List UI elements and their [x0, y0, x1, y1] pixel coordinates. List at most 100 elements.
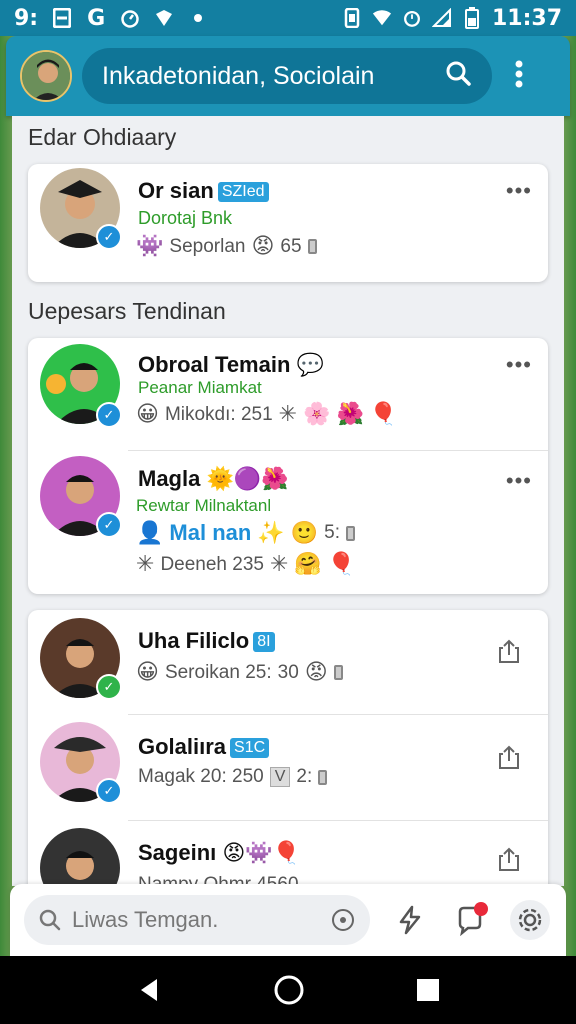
header-search[interactable]: Inkadetonidan, Sociolain [82, 48, 492, 104]
more-options-icon[interactable]: ••• [506, 352, 532, 378]
divider [128, 450, 548, 451]
home-icon[interactable] [273, 974, 305, 1006]
system-nav-bar [0, 956, 576, 1024]
lightning-icon[interactable] [390, 900, 430, 940]
list-item[interactable]: ✓ Magla 🌞🟣🌺 Rewtar Milnaktanl 👤 Mal nan … [28, 452, 548, 594]
online-badge-icon: ✓ [96, 674, 122, 700]
target-icon[interactable] [330, 907, 356, 933]
main-feed: Edar Ohdiaary ✓ Or sian SZIed Dorotaj Bnk… [12, 116, 564, 886]
section-title-2: Uepesars Tendinan [28, 298, 226, 324]
phone-icon [345, 525, 355, 541]
contact-meta: 😀 Mikokdı: 251 ✳ 🌸 🌺 🎈 [136, 402, 397, 427]
contact-name: Magla 🌞🟣🌺 [138, 466, 289, 492]
profile-avatar[interactable] [20, 50, 72, 102]
back-icon[interactable] [135, 976, 163, 1004]
monster-emoji-icon: 👾 [136, 234, 164, 259]
purple-icon: 🟣 [233, 467, 262, 492]
status-bar: 9: G 11:37 [0, 0, 576, 36]
contact-meta-text: Seroikan 25: [164, 661, 272, 683]
recents-icon[interactable] [415, 977, 441, 1003]
phone-icon [318, 769, 328, 785]
list-item[interactable]: ✓ Golaliıra S1C Magak 20: 250 V 2: [28, 716, 548, 820]
flower-icon: 🌺 [261, 467, 289, 492]
contact-name: Sageinı 😡👾🎈 [138, 840, 300, 866]
verified-badge-icon: ✓ [96, 512, 122, 538]
contact-meta: 👤 Mal nan ✨ 🙂 5: [136, 520, 355, 546]
balloon-icon: 🎈 [327, 552, 356, 577]
share-icon[interactable] [496, 846, 522, 872]
friend-search-input[interactable]: Liwas Temgan. [24, 895, 370, 945]
google-icon: G [87, 5, 106, 31]
contact-meta-box: V [269, 767, 291, 787]
contact-name: Uha Filiclo 8I [138, 628, 275, 654]
smiley-icon: 😀 [136, 402, 159, 427]
contact-tag: S1C [230, 738, 270, 759]
contact-subtitle: Rewtar Milnaktanl [136, 496, 272, 515]
sparkle-icon: ✳ [278, 402, 298, 427]
list-item[interactable]: ✓ Sageinı 😡👾🎈 Nampy Ohmr 4560 [28, 822, 548, 886]
header-search-title: Inkadetonidan, Sociolain [102, 61, 375, 90]
angry-face-icon: 😡 [222, 841, 246, 866]
contact-name-text: Golaliıra [138, 734, 227, 759]
contact-count: 30 [277, 661, 299, 683]
contact-meta-text: Mikokdı: 251 [164, 403, 273, 425]
notifications-icon[interactable] [450, 900, 490, 940]
verified-badge-icon: ✓ [96, 778, 122, 804]
flower-icon: 🌸 [303, 402, 331, 427]
speech-bubble-icon: 💬 [296, 353, 324, 378]
section-title-1: Edar Ohdiaary [28, 124, 177, 150]
contact-name-text: Sageinı [138, 840, 217, 865]
search-placeholder: Liwas Temgan. [72, 907, 219, 932]
avatar-mini-icon: 👤 [136, 520, 164, 546]
app-bar: Inkadetonidan, Sociolain [6, 36, 570, 116]
contact-name-text: Uha Filiclo [138, 628, 250, 653]
message-icon [52, 8, 72, 28]
contact-card[interactable]: ✓ Or sian SZIed Dorotaj Bnk 👾 Seporlan 😡 … [28, 164, 548, 282]
balloon-icon: 🎈 [369, 402, 398, 427]
bottom-bar: Liwas Temgan. [10, 884, 566, 956]
contact-tag: 8I [253, 632, 275, 653]
contact-meta-text: Seporlan [169, 235, 246, 257]
contact-name: Obroal Temain 💬 [138, 352, 324, 378]
divider [128, 820, 548, 821]
list-item[interactable]: ✓ Obroal Temain 💬 Peanar Miamkat 😀 Mikok… [28, 338, 548, 450]
phone-icon [307, 239, 317, 254]
share-icon[interactable] [496, 744, 522, 770]
contact-subtitle: Peanar Miamkat [138, 378, 262, 397]
status-clock-left: 9: [14, 5, 39, 31]
contacts-card: ✓ Uha Filiclo 8I 😀 Seroikan 25: 30 😡 ✓ Go… [28, 610, 548, 886]
share-icon[interactable] [496, 638, 522, 664]
list-item[interactable]: ✓ Uha Filiclo 8I 😀 Seroikan 25: 30 😡 [28, 610, 548, 714]
contact-count: 65 [280, 235, 302, 257]
more-options-icon[interactable]: ••• [506, 468, 532, 494]
sun-icon: 🌞 [206, 467, 234, 492]
angry-face-icon: 😡 [251, 234, 275, 259]
status-time: 11:37 [491, 5, 562, 31]
verified-badge-icon: ✓ [96, 402, 122, 428]
contact-meta-text: Deeneh 235 [160, 553, 264, 575]
shield-icon [154, 8, 174, 28]
contact-name-text: Or sian [138, 178, 214, 203]
more-options-icon[interactable]: ••• [506, 178, 532, 204]
contact-meta: Magak 20: 250 V 2: [138, 766, 328, 788]
verified-badge-icon: ✓ [96, 224, 122, 250]
hug-face-icon: 🤗 [294, 552, 322, 577]
contact-meta-highlight: Mal nan [169, 520, 252, 545]
overflow-menu-icon[interactable] [514, 59, 524, 94]
divider [128, 714, 548, 715]
red-flower-icon: 🌺 [336, 402, 364, 427]
vibrate-icon [342, 8, 362, 28]
battery-icon [462, 7, 482, 29]
contact-tag: SZIed [217, 182, 269, 203]
contact-name-text: Obroal Temain [138, 352, 291, 377]
search-icon[interactable] [444, 59, 472, 94]
contact-name: Or sian SZIed [138, 178, 269, 204]
spark-icon: ✨ [257, 520, 285, 546]
settings-icon[interactable] [510, 900, 550, 940]
sparkle-icon: ✳ [136, 552, 155, 577]
contact-meta-tail: 5: [324, 522, 340, 543]
phone-icon [333, 665, 343, 680]
alarm-icon [402, 8, 422, 28]
contact-subtitle: Dorotaj Bnk [138, 208, 233, 228]
smiley-icon: 😀 [136, 660, 159, 685]
